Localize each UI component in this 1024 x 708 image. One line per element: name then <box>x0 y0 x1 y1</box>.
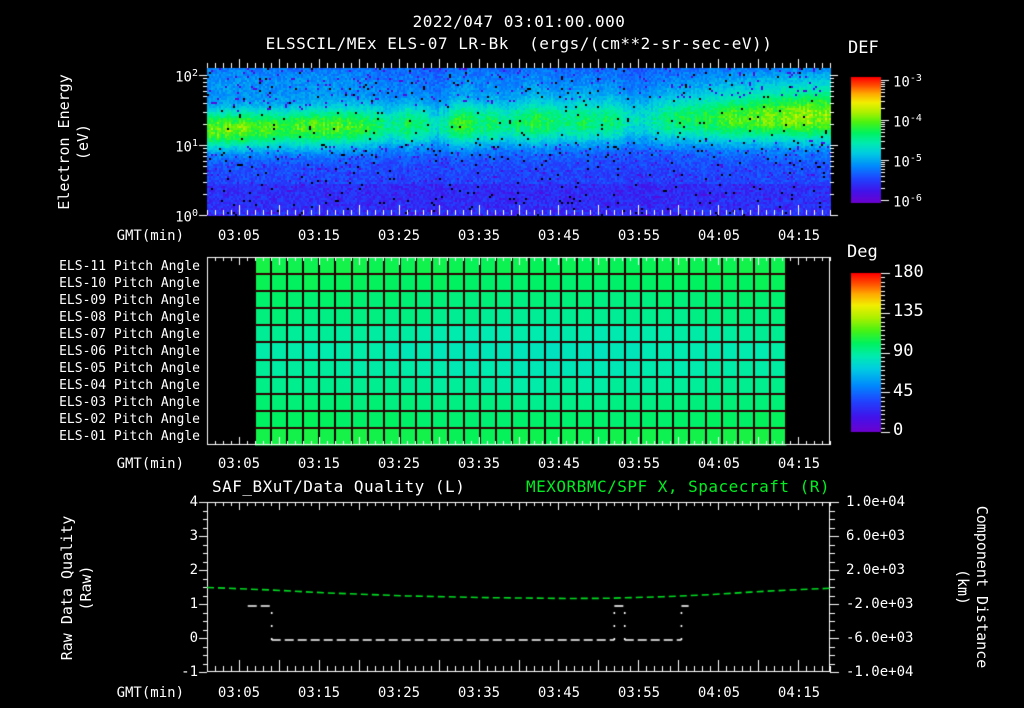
distance-axis-title: Component Distance (km) <box>953 497 991 677</box>
quality-tick-3: 3 <box>189 528 198 544</box>
deg-tick-90: 90 <box>893 341 914 361</box>
deg-tick-45: 45 <box>893 381 914 401</box>
quality-tick-1: 1 <box>189 596 198 612</box>
time-tick: 03:55 <box>617 456 661 472</box>
time-tick: 03:15 <box>297 456 341 472</box>
panel3-left-series-title: SAF_BXuT/Data Quality (L) <box>212 477 466 496</box>
def-tick-1e-5: 10-5 <box>893 153 922 171</box>
quality-tick-4: 4 <box>189 494 198 510</box>
energy-tick-1: 100 <box>175 208 198 226</box>
row-label-els05: ELS-05 Pitch Angle <box>59 361 200 376</box>
deg-colorbar-title: Deg <box>847 242 878 262</box>
quality-axis-title-line1: Raw Data Quality <box>58 515 76 661</box>
row-label-els07: ELS-07 Pitch Angle <box>59 327 200 342</box>
row-label-els09: ELS-09 Pitch Angle <box>59 293 200 308</box>
time-tick: 03:55 <box>617 228 661 244</box>
distance-tick-2e3: 2.0e+03 <box>846 562 906 578</box>
def-tick-1e-4: 10-4 <box>893 113 922 131</box>
deg-tick-135: 135 <box>893 301 924 321</box>
time-tick: 03:15 <box>297 685 341 701</box>
time-tick: 04:15 <box>777 685 821 701</box>
def-tick-1e-6: 10-6 <box>893 193 922 211</box>
quality-axis-title: Raw Data Quality (Raw) <box>58 498 96 678</box>
time-tick: 04:15 <box>777 228 821 244</box>
row-label-els06: ELS-06 Pitch Angle <box>59 344 200 359</box>
gmt-label-2: GMT(min) <box>116 456 184 472</box>
time-tick: 03:35 <box>457 685 501 701</box>
time-tick: 04:05 <box>697 228 741 244</box>
time-tick: 04:15 <box>777 456 821 472</box>
distance-axis-title-line2: (km) <box>954 568 972 606</box>
quality-tick-neg1: -1 <box>181 664 198 680</box>
row-label-els08: ELS-08 Pitch Angle <box>59 310 200 325</box>
energy-tick-100: 102 <box>175 68 198 86</box>
row-label-els01: ELS-01 Pitch Angle <box>59 429 200 444</box>
distance-tick-6e3: 6.0e+03 <box>846 528 906 544</box>
energy-tick-10: 101 <box>175 138 198 156</box>
time-tick: 03:25 <box>377 228 421 244</box>
time-tick: 03:05 <box>217 456 261 472</box>
time-tick: 03:05 <box>217 685 261 701</box>
gmt-label-3: GMT(min) <box>116 685 184 701</box>
time-tick: 03:45 <box>537 228 581 244</box>
def-colorbar-title: DEF <box>848 38 879 58</box>
time-tick: 03:45 <box>537 685 581 701</box>
quality-tick-2: 2 <box>189 562 198 578</box>
quality-axis-title-line2: (Raw) <box>77 565 95 611</box>
time-tick: 03:05 <box>217 228 261 244</box>
time-tick: 03:35 <box>457 456 501 472</box>
plot-page: 2022/047 03:01:00.000 ELSSCIL/MEx ELS-07… <box>0 0 1024 708</box>
distance-tick-neg1e4: -1.0e+04 <box>846 664 914 680</box>
time-tick: 03:35 <box>457 228 501 244</box>
distance-tick-neg2e3: -2.0e+03 <box>846 596 914 612</box>
distance-tick-1e4: 1.0e+04 <box>846 494 906 510</box>
quality-tick-0: 0 <box>189 630 198 646</box>
page-title-datetime: 2022/047 03:01:00.000 <box>412 12 626 31</box>
panel3-right-series-title: MEXORBMC/SPF X, Spacecraft (R) <box>526 477 830 496</box>
time-tick: 03:15 <box>297 228 341 244</box>
row-label-els11: ELS-11 Pitch Angle <box>59 259 200 274</box>
time-tick: 04:05 <box>697 685 741 701</box>
deg-tick-180: 180 <box>893 262 924 282</box>
time-tick: 03:25 <box>377 685 421 701</box>
time-tick: 04:05 <box>697 456 741 472</box>
row-label-els04: ELS-04 Pitch Angle <box>59 378 200 393</box>
time-tick: 03:45 <box>537 456 581 472</box>
deg-tick-0: 0 <box>893 420 904 440</box>
gmt-label-1: GMT(min) <box>116 228 184 244</box>
distance-tick-neg6e3: -6.0e+03 <box>846 630 914 646</box>
row-label-els02: ELS-02 Pitch Angle <box>59 412 200 427</box>
def-tick-1e-3: 10-3 <box>893 73 922 91</box>
time-tick: 03:25 <box>377 456 421 472</box>
row-label-els03: ELS-03 Pitch Angle <box>59 395 200 410</box>
page-title-instrument: ELSSCIL/MEx ELS-07 LR-Bk (ergs/(cm**2-sr… <box>265 34 773 53</box>
time-tick: 03:55 <box>617 685 661 701</box>
distance-axis-title-line1: Component Distance <box>973 505 991 669</box>
row-label-els10: ELS-10 Pitch Angle <box>59 276 200 291</box>
